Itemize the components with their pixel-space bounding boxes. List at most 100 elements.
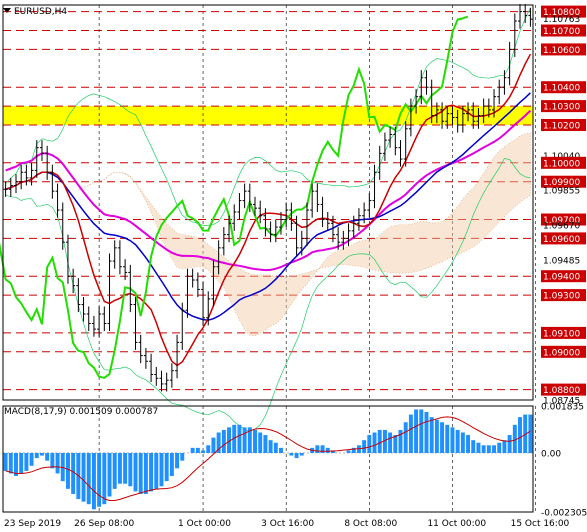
macd-bar xyxy=(91,452,96,510)
macd-bar xyxy=(362,440,367,453)
macd-bar xyxy=(507,435,512,453)
macd-bar xyxy=(65,452,70,489)
trading-chart[interactable]: 1.108001.107631.107001.106001.104001.103… xyxy=(0,0,587,532)
price-tick-label: 1.09400 xyxy=(543,273,580,283)
macd-bar xyxy=(434,419,439,453)
price-tick-label: 1.10000 xyxy=(543,159,580,169)
macd-bar xyxy=(299,452,304,456)
macd-bar xyxy=(279,447,283,453)
macd-bar xyxy=(180,452,185,461)
macd-bar xyxy=(71,452,76,494)
macd-bar xyxy=(45,452,50,461)
price-tick-label: 1.09485 xyxy=(543,257,580,267)
time-tick-label: 8 Oct 08:00 xyxy=(344,519,397,529)
macd-bar xyxy=(325,447,330,453)
macd-bar xyxy=(133,452,138,492)
macd-bar xyxy=(86,452,91,505)
price-tick-label: 1.09670 xyxy=(543,222,580,232)
macd-bar xyxy=(450,427,455,453)
symbol-label: EURUSD,H4 xyxy=(14,7,67,17)
macd-bar xyxy=(476,442,481,453)
price-tick-label: 1.09600 xyxy=(543,235,580,245)
time-tick-label: 26 Sep 08:00 xyxy=(74,519,134,529)
macd-bar xyxy=(149,452,154,492)
macd-bar xyxy=(429,417,434,453)
price-tick-label: 1.10700 xyxy=(543,27,580,37)
macd-bar xyxy=(393,435,398,453)
macd-bar xyxy=(138,452,143,494)
macd-bar xyxy=(159,452,164,487)
macd-bar xyxy=(315,445,320,453)
macd-bar xyxy=(8,452,13,474)
macd-bar xyxy=(112,452,117,489)
macd-bar xyxy=(211,437,216,453)
macd-bar xyxy=(440,422,445,453)
macd-bar xyxy=(263,435,268,453)
macd-bar xyxy=(258,432,263,453)
macd-bar xyxy=(492,445,497,453)
macd-bar xyxy=(128,452,133,487)
macd-bar xyxy=(294,452,299,459)
price-tick-label: 1.09855 xyxy=(543,187,580,197)
price-tick-label: 1.10300 xyxy=(543,103,580,113)
macd-tick-label: -0.002305 xyxy=(541,509,587,519)
time-tick-label: 3 Oct 16:00 xyxy=(261,519,314,529)
macd-bar xyxy=(29,452,34,466)
price-tick-label: 1.10600 xyxy=(543,46,580,56)
macd-bar xyxy=(512,424,517,453)
blue-line xyxy=(5,92,531,321)
price-tick-label: 1.10200 xyxy=(543,122,580,132)
macd-bar xyxy=(372,432,377,453)
macd-bar xyxy=(117,452,122,484)
macd-bar xyxy=(424,412,429,453)
macd-bar xyxy=(403,422,408,453)
price-tick-label: 1.09100 xyxy=(543,329,580,339)
macd-bar xyxy=(81,452,86,502)
macd-bar xyxy=(268,440,273,453)
price-frame xyxy=(2,4,534,401)
macd-bar xyxy=(445,424,450,453)
macd-bar xyxy=(221,429,226,453)
macd-bar xyxy=(388,432,393,453)
macd-bar xyxy=(201,450,206,453)
macd-bar xyxy=(164,452,169,482)
macd-bar xyxy=(486,445,491,453)
macd-bar xyxy=(289,452,294,456)
macd-bar xyxy=(175,452,180,469)
macd-bar xyxy=(414,409,419,453)
price-pane[interactable] xyxy=(0,4,536,432)
price-tick-label: 1.09300 xyxy=(543,292,580,302)
macd-bar xyxy=(346,450,351,453)
macd-pane[interactable] xyxy=(3,406,536,512)
macd-bar xyxy=(19,452,24,474)
macd-bar xyxy=(518,417,522,453)
time-tick-label: 15 Oct 16:00 xyxy=(511,519,570,529)
macd-bar xyxy=(97,452,102,507)
time-tick-label: 23 Sep 2019 xyxy=(4,519,61,529)
time-tick-label: 1 Oct 00:00 xyxy=(178,519,231,529)
macd-bar xyxy=(460,432,465,453)
macd-bar xyxy=(123,452,128,484)
macd-label: MACD(8,17,9) 0.001509 0.000787 xyxy=(4,407,158,417)
macd-bar xyxy=(466,435,471,453)
macd-bar xyxy=(253,429,257,453)
price-tick-label: 1.08800 xyxy=(543,386,580,396)
macd-bar xyxy=(107,452,112,497)
macd-bar xyxy=(3,452,8,471)
macd-bar xyxy=(528,414,533,453)
time-tick-label: 11 Oct 00:00 xyxy=(427,519,486,529)
macd-bar xyxy=(102,452,107,505)
symbol-dropdown-icon[interactable] xyxy=(3,8,11,13)
macd-tick-label: 0.001835 xyxy=(541,403,584,413)
macd-bar xyxy=(237,424,242,453)
macd-bar xyxy=(455,429,460,453)
macd-bar xyxy=(14,452,18,477)
macd-bar xyxy=(195,447,200,453)
macd-bar xyxy=(143,452,148,494)
macd-bar xyxy=(481,445,486,453)
macd-bar xyxy=(154,452,159,489)
macd-tick-label: 0.00 xyxy=(541,449,561,459)
macd-bar xyxy=(273,442,278,453)
macd-bar xyxy=(206,445,211,453)
macd-bar xyxy=(190,447,195,453)
